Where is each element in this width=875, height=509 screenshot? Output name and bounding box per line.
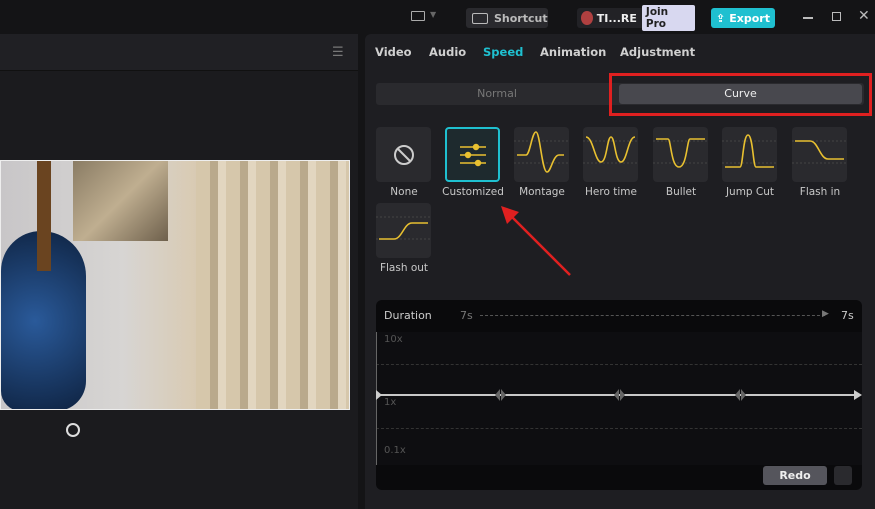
curve-start-handle <box>376 390 382 400</box>
export-icon: ⇪ <box>716 11 726 25</box>
preset-label: None <box>390 186 418 198</box>
none-icon <box>393 144 414 165</box>
keyboard-icon <box>472 12 488 24</box>
preset-label: Flash in <box>799 186 841 198</box>
menu-icon[interactable]: ☰ <box>332 45 344 60</box>
player-header: ☰ <box>0 34 358 71</box>
tab-speed[interactable]: Speed <box>483 45 523 59</box>
normal-tab[interactable]: Normal <box>376 87 618 100</box>
close-button[interactable]: ✕ <box>858 8 870 24</box>
minimize-button[interactable] <box>803 17 813 19</box>
y-label-min: 0.1x <box>384 445 406 456</box>
curve-thumbnail-icon <box>792 140 847 164</box>
curve-thumbnail-icon <box>583 136 638 164</box>
extra-button[interactable] <box>834 466 852 485</box>
preset-label: Montage <box>519 186 565 198</box>
preset-none[interactable] <box>376 127 431 182</box>
speed-curve-editor: Duration 7s ▶ 7s 10x 1x 0.1x Redo <box>376 300 862 490</box>
preset-montage[interactable] <box>514 127 569 182</box>
tab-video[interactable]: Video <box>375 45 412 59</box>
highlight-box <box>609 73 872 116</box>
preset-label: Bullet <box>665 186 697 198</box>
avatar <box>581 11 593 25</box>
guitar-neck <box>37 161 51 271</box>
curve-thumbnail-icon <box>514 131 569 173</box>
gridline-lower <box>376 428 862 429</box>
preset-label: Flash out <box>379 262 429 274</box>
duration-end: 7s <box>841 309 854 322</box>
redo-button[interactable]: Redo <box>763 466 827 485</box>
preset-flash-out[interactable] <box>376 203 431 258</box>
preset-label: Customized <box>442 186 504 198</box>
duration-start: 7s <box>460 309 473 322</box>
curve-thumbnail-icon <box>722 134 777 168</box>
annotation-arrow <box>501 206 571 276</box>
curve-thumbnail-icon <box>376 216 431 240</box>
layout-icon[interactable] <box>411 11 425 21</box>
painting <box>73 161 168 241</box>
join-pro-badge[interactable]: Join Pro <box>641 5 695 31</box>
tab-audio[interactable]: Audio <box>429 45 466 59</box>
curtain <box>196 161 349 409</box>
curve-thumbnail-icon <box>653 138 708 168</box>
top-bar: ▼ Shortcut TI...RE Join Pro ⇪ Export ✕ <box>0 0 875 34</box>
preset-customized[interactable] <box>445 127 500 182</box>
preset-hero-time[interactable] <box>583 127 638 182</box>
y-label-max: 10x <box>384 334 403 345</box>
preset-flash-in[interactable] <box>792 127 847 182</box>
speed-curve[interactable] <box>376 385 862 405</box>
rotate-icon[interactable] <box>66 423 80 437</box>
duration-slider[interactable] <box>480 315 825 316</box>
gridline-upper <box>376 364 862 365</box>
preset-jump-cut[interactable] <box>722 127 777 182</box>
sliders-icon <box>459 143 486 166</box>
curve-end-handle <box>854 390 862 400</box>
account-button[interactable]: TI...RE Join Pro <box>577 5 695 31</box>
duration-label: Duration <box>384 309 432 322</box>
preset-bullet[interactable] <box>653 127 708 182</box>
shortcut-button[interactable]: Shortcut <box>466 8 548 28</box>
preset-label: Jump Cut <box>725 186 775 198</box>
tab-adjustment[interactable]: Adjustment <box>620 45 695 59</box>
tab-animation[interactable]: Animation <box>540 45 606 59</box>
video-preview[interactable] <box>0 160 350 410</box>
maximize-button[interactable] <box>832 12 841 21</box>
preset-label: Hero time <box>585 186 637 198</box>
chevron-down-icon[interactable]: ▼ <box>430 10 436 19</box>
duration-slider-arrow: ▶ <box>822 309 829 319</box>
export-button[interactable]: ⇪ Export <box>711 8 775 28</box>
